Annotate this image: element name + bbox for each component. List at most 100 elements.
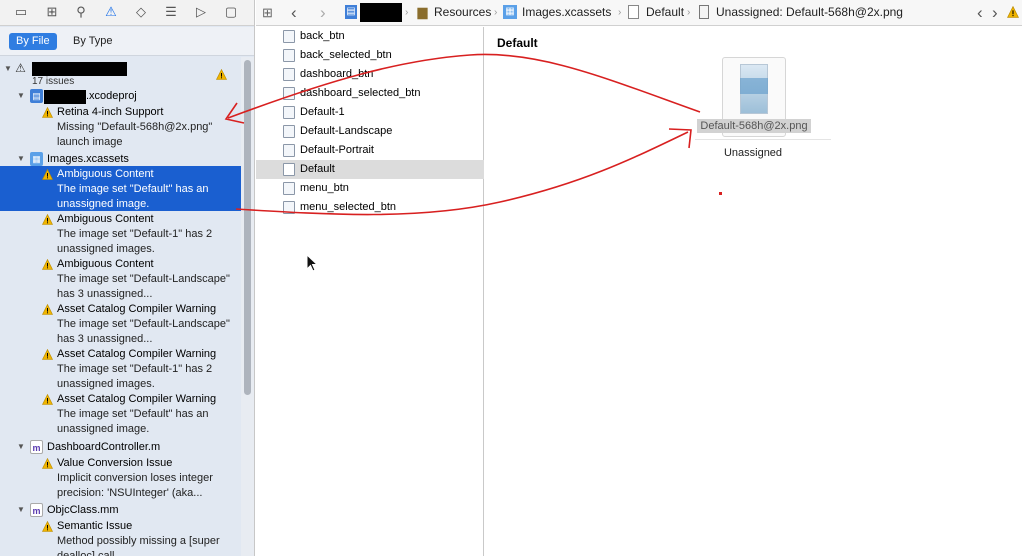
- asset-label: back_selected_btn: [300, 49, 392, 61]
- list-icon[interactable]: ☰: [163, 4, 179, 20]
- issue-title: Ambiguous Content: [57, 168, 154, 180]
- navigator-scroll-thumb[interactable]: [244, 60, 251, 395]
- image-set-icon: [283, 144, 295, 157]
- warning-icon: [42, 107, 53, 118]
- asset-row[interactable]: Default-1: [256, 103, 484, 122]
- previous-issue-icon[interactable]: ‹: [977, 0, 983, 25]
- jump-bar: ⊞ ‹ › ▤ › ▆ Resources › ▦ Images.xcasset…: [256, 0, 1022, 26]
- warning-badge-icon: [216, 69, 227, 80]
- issue-row[interactable]: Semantic Issue Method possibly missing a…: [0, 520, 241, 556]
- xcodeproj-icon: ▤: [30, 89, 43, 103]
- issue-title: Semantic Issue: [57, 520, 133, 532]
- issue-title: Retina 4-inch Support: [57, 106, 164, 118]
- issue-title: Asset Catalog Compiler Warning: [57, 393, 217, 405]
- issue-navigator: ▭ ⊞ ⚲ ⚠ ◇ ☰ ▷ ▢ By File By Type ▼ ⚠ 17 i…: [0, 0, 255, 556]
- asset-label: back_btn: [300, 30, 345, 42]
- breadcrumb-default[interactable]: Default: [646, 0, 684, 25]
- warning-icon: [42, 349, 53, 360]
- group-label: DashboardController.m: [47, 441, 161, 453]
- warning-icon[interactable]: ⚠: [103, 4, 119, 20]
- asset-list: back_btn back_selected_btn dashboard_btn…: [256, 27, 484, 556]
- issue-title: Ambiguous Content: [57, 258, 154, 270]
- disclosure-triangle-icon[interactable]: ▼: [16, 442, 26, 452]
- group-row-dashboardcontroller[interactable]: ▼ m DashboardController.m: [0, 440, 241, 456]
- next-issue-icon[interactable]: ›: [992, 0, 998, 25]
- asset-row[interactable]: back_btn: [256, 27, 484, 46]
- disclosure-triangle-icon[interactable]: ▼: [16, 505, 26, 515]
- issue-title: Value Conversion Issue: [57, 457, 173, 469]
- project-row[interactable]: ▼ ⚠ 17 issues: [0, 61, 241, 87]
- image-set-icon: [283, 106, 295, 119]
- hierarchy-icon[interactable]: ⊞: [44, 4, 60, 20]
- issue-count: 17 issues: [32, 76, 75, 87]
- issue-warning-icon[interactable]: [1007, 6, 1019, 18]
- issue-row[interactable]: Value Conversion Issue Implicit conversi…: [0, 457, 241, 501]
- group-row-objcclass[interactable]: ▼ m ObjcClass.mm: [0, 503, 241, 519]
- test-diamond-icon[interactable]: ◇: [133, 4, 149, 20]
- asset-row[interactable]: dashboard_btn: [256, 65, 484, 84]
- asset-row[interactable]: menu_btn: [256, 179, 484, 198]
- image-filename: Default-568h@2x.png: [697, 119, 811, 133]
- issue-row[interactable]: Ambiguous Content The image set "Default…: [0, 258, 241, 302]
- group-label: ObjcClass.mm: [47, 504, 119, 516]
- image-set-icon: [283, 182, 295, 195]
- group-row-images-xcassets[interactable]: ▼ ▦ Images.xcassets: [0, 152, 241, 168]
- disclosure-triangle-icon[interactable]: ▼: [16, 154, 26, 164]
- issue-description: The image set "Default-Landscape" has 3 …: [57, 273, 230, 300]
- redacted-project-name[interactable]: [360, 3, 402, 22]
- redacted-project-name: [32, 62, 127, 76]
- issue-description: Method possibly missing a [super dealloc…: [57, 535, 220, 556]
- issue-row[interactable]: Retina 4-inch Support Missing "Default-5…: [0, 106, 241, 150]
- back-arrow-icon[interactable]: ‹: [291, 0, 297, 25]
- breadcrumb-separator-icon: ›: [687, 7, 691, 18]
- objc-file-icon: m: [30, 440, 43, 454]
- issue-title: Ambiguous Content: [57, 213, 154, 225]
- slot-divider: [695, 139, 831, 140]
- issue-description: Implicit conversion loses integer precis…: [57, 472, 213, 499]
- asset-row-selected[interactable]: Default: [256, 160, 484, 179]
- forward-arrow-icon[interactable]: ›: [320, 0, 326, 25]
- asset-catalog-icon: ▦: [30, 152, 43, 166]
- disclosure-triangle-icon[interactable]: ▼: [3, 64, 13, 74]
- asset-row[interactable]: back_selected_btn: [256, 46, 484, 65]
- objc-file-icon: m: [30, 503, 43, 517]
- search-icon[interactable]: ⚲: [73, 4, 89, 20]
- thumbnail-band: [740, 78, 768, 94]
- asset-label: Default-Portrait: [300, 144, 374, 156]
- issue-row[interactable]: Ambiguous Content The image set "Default…: [0, 213, 241, 257]
- folder-icon[interactable]: ▭: [13, 4, 29, 20]
- issue-description: The image set "Default-Landscape" has 3 …: [57, 318, 230, 345]
- asset-label: Default-Landscape: [300, 125, 393, 137]
- warning-icon: [42, 521, 53, 532]
- by-type-button[interactable]: By Type: [66, 33, 120, 50]
- asset-row[interactable]: menu_selected_btn: [256, 198, 484, 217]
- issue-row[interactable]: Asset Catalog Compiler Warning The image…: [0, 303, 241, 347]
- issue-row[interactable]: Asset Catalog Compiler Warning The image…: [0, 393, 241, 437]
- disclosure-triangle-icon[interactable]: ▼: [16, 91, 26, 101]
- breadcrumb-separator-icon: ›: [494, 7, 498, 18]
- group-label: .xcodeproj: [86, 90, 137, 102]
- asset-row[interactable]: Default-Portrait: [256, 141, 484, 160]
- asset-label: Default-1: [300, 106, 345, 118]
- group-row-xcodeproj[interactable]: ▼ ▤ .xcodeproj: [0, 89, 241, 105]
- device-image-icon: [699, 5, 709, 19]
- asset-label: Default: [300, 163, 335, 175]
- issue-row[interactable]: Asset Catalog Compiler Warning The image…: [0, 348, 241, 392]
- breadcrumb-unassigned[interactable]: Unassigned: Default-568h@2x.png: [716, 0, 903, 25]
- asset-row[interactable]: dashboard_selected_btn: [256, 84, 484, 103]
- by-file-button[interactable]: By File: [9, 33, 57, 50]
- breadcrumb-images-xcassets[interactable]: Images.xcassets: [522, 0, 611, 25]
- breadcrumb-separator-icon: ›: [618, 7, 622, 18]
- asset-label: dashboard_btn: [300, 68, 374, 80]
- message-icon[interactable]: ▢: [223, 4, 239, 20]
- issue-row-selected[interactable]: Ambiguous Content The image set "Default…: [0, 168, 241, 212]
- xcodeproj-icon: ▤: [345, 5, 357, 19]
- issue-title: Asset Catalog Compiler Warning: [57, 348, 217, 360]
- asset-row[interactable]: Default-Landscape: [256, 122, 484, 141]
- image-set-icon: [283, 68, 295, 81]
- breakpoint-icon[interactable]: ▷: [193, 4, 209, 20]
- asset-label: menu_btn: [300, 182, 349, 194]
- issue-title: Asset Catalog Compiler Warning: [57, 303, 217, 315]
- related-items-icon[interactable]: ⊞: [262, 0, 273, 25]
- breadcrumb-resources[interactable]: Resources: [434, 0, 491, 25]
